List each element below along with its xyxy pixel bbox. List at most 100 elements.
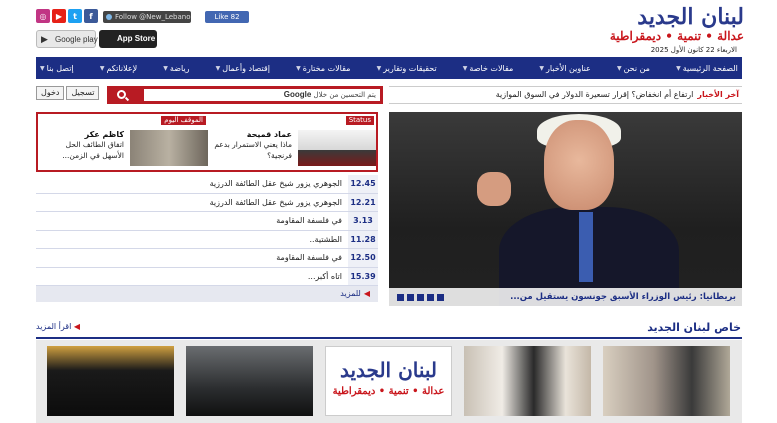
gallery-logo[interactable]: لبنان الجديد عدالة • تنمية • ديمقراطية bbox=[325, 346, 452, 416]
nav-item-label: إقتصاد وأعمال bbox=[222, 63, 270, 73]
google-play-icon: ▶ bbox=[41, 34, 48, 44]
featured-desc[interactable]: اتفاق الطائف الحل الأسهل في الزمن... bbox=[44, 139, 124, 161]
nav-item-label: الصفحة الرئيسية bbox=[682, 63, 738, 73]
news-row[interactable]: 12.21 الجوهري يزور شيخ عقل الطائفة الدرزي… bbox=[36, 193, 378, 212]
slider-dot[interactable] bbox=[427, 294, 434, 301]
chevron-down-icon: ▼ bbox=[376, 64, 382, 72]
arrow-icon: ◀ bbox=[363, 289, 370, 298]
featured-author[interactable]: عماد قميحة bbox=[212, 130, 292, 139]
app-store-button[interactable]: App Store bbox=[99, 30, 157, 48]
gallery-thumbnail[interactable] bbox=[603, 346, 730, 416]
site-logo[interactable]: لبنان الجديد عدالة • تنمية • ديمقراطية bbox=[610, 5, 744, 43]
ticker-label: آخر الأخبار bbox=[697, 90, 739, 99]
twitter-icon[interactable]: t bbox=[68, 9, 82, 23]
slider-dot[interactable] bbox=[397, 294, 404, 301]
arrow-icon: ◀ bbox=[73, 322, 81, 331]
featured-thumbnail[interactable] bbox=[130, 130, 208, 166]
nav-item[interactable]: عناوين الأخبار ▼ bbox=[539, 64, 590, 73]
read-more-link[interactable]: ◀ اقرأ المزيد bbox=[36, 322, 80, 331]
news-row[interactable]: 12.45 الجوهري يزور شيخ عقل الطائفة الدرزي… bbox=[36, 175, 378, 194]
news-time: 3.13 bbox=[348, 212, 378, 230]
nav-item[interactable]: الصفحة الرئيسية ▼ bbox=[676, 64, 738, 73]
read-more-label: اقرأ المزيد bbox=[36, 322, 72, 331]
featured-item[interactable]: الموقف اليوم كاظم عكر اتفاق الطائف الحل … bbox=[42, 116, 208, 168]
featured-tag: الموقف اليوم bbox=[161, 116, 206, 125]
instagram-icon[interactable]: ◎ bbox=[36, 9, 50, 23]
image-fist bbox=[477, 172, 511, 206]
main-nav: الصفحة الرئيسية ▼ من نحن ▼ عناوين الأخبار ▼ مق… bbox=[36, 57, 742, 79]
news-headline[interactable]: الجوهري يزور شيخ عقل الطائفة الدرزية bbox=[36, 179, 348, 188]
nav-item[interactable]: تحقيقات وتقارير ▼ bbox=[377, 64, 437, 73]
news-row[interactable]: 3.13 في فلسفة المقاومة bbox=[36, 212, 378, 231]
nav-item[interactable]: مقالات مختارة ▼ bbox=[296, 64, 350, 73]
register-button[interactable]: تسجيل bbox=[66, 86, 100, 100]
news-ticker[interactable]: آخر الأخبارارتفاع أم انخفاض؟ إقرار تسعير… bbox=[389, 86, 742, 104]
news-time: 11.28 bbox=[348, 230, 378, 248]
gallery-thumbnail[interactable] bbox=[464, 346, 591, 416]
google-label: Google bbox=[283, 90, 312, 99]
gallery-logo-title: لبنان الجديد bbox=[339, 358, 438, 382]
nav-item[interactable]: رياضة ▼ bbox=[163, 64, 189, 73]
news-time: 12.45 bbox=[348, 175, 378, 193]
news-headline[interactable]: في فلسفة المقاومة bbox=[36, 253, 348, 262]
news-row[interactable]: 11.28 الطشتية.. bbox=[36, 230, 378, 249]
news-time: 12.21 bbox=[348, 193, 378, 211]
search-input[interactable]: يتم التحسين من خلال Google bbox=[144, 89, 380, 101]
chevron-down-icon: ▼ bbox=[676, 64, 681, 72]
news-row[interactable]: 15.39 اتاه أكبر... bbox=[36, 267, 378, 286]
nav-item[interactable]: إقتصاد وأعمال ▼ bbox=[216, 64, 270, 73]
nav-item-label: من نحن bbox=[623, 63, 650, 73]
news-row[interactable]: 12.50 في فلسفة المقاومة bbox=[36, 249, 378, 268]
google-play-button[interactable]: ▶ Google play bbox=[36, 30, 98, 48]
search-icon[interactable] bbox=[117, 90, 126, 99]
news-headline[interactable]: الطشتية.. bbox=[36, 235, 348, 244]
chevron-down-icon: ▼ bbox=[296, 64, 301, 72]
nav-item-label: مقالات مختارة bbox=[302, 63, 351, 73]
chevron-down-icon: ▼ bbox=[99, 64, 105, 72]
nav-item[interactable]: لإعلاناتكم ▼ bbox=[100, 64, 137, 73]
nav-item[interactable]: من نحن ▼ bbox=[617, 64, 650, 73]
section-divider bbox=[36, 337, 742, 339]
featured-thumbnail[interactable] bbox=[298, 130, 376, 166]
featured-box: Status عماد قميحة ماذا يعني الاستمرار بد… bbox=[36, 112, 378, 172]
section-title: خاص لبنان الجديد bbox=[647, 321, 741, 334]
main-story-image[interactable]: بريطانيا: رئيس الوزراء الأسبق جونسون يست… bbox=[389, 112, 742, 306]
featured-desc[interactable]: ماذا يعني الاستمرار بدعم فرنجية؟ bbox=[212, 139, 292, 161]
apple-icon bbox=[103, 33, 113, 43]
chevron-down-icon: ▼ bbox=[539, 64, 545, 72]
news-more-link[interactable]: ◀للمزيد bbox=[36, 286, 378, 302]
featured-author[interactable]: كاظم عكر bbox=[44, 130, 124, 139]
current-date: الاربعاء 22 كانون الأول 2025 bbox=[650, 46, 737, 54]
nav-item-label: لإعلاناتكم bbox=[106, 63, 138, 73]
facebook-icon[interactable]: f bbox=[84, 9, 98, 23]
nav-item-label: مقالات خاصة bbox=[469, 63, 514, 73]
logo-tagline: عدالة • تنمية • ديمقراطية bbox=[609, 29, 744, 43]
chevron-down-icon: ▼ bbox=[462, 64, 468, 72]
nav-item[interactable]: مقالات خاصة ▼ bbox=[463, 64, 514, 73]
chevron-down-icon: ▼ bbox=[40, 64, 45, 72]
login-button[interactable]: دخول bbox=[36, 86, 65, 100]
app-store-label: App Store bbox=[117, 34, 156, 43]
nav-item[interactable]: إتصل بنا ▼ bbox=[40, 64, 74, 73]
news-headline[interactable]: في فلسفة المقاومة bbox=[36, 216, 348, 225]
chevron-down-icon: ▼ bbox=[215, 64, 221, 72]
youtube-icon[interactable]: ▶ bbox=[52, 9, 66, 23]
logo-title: لبنان الجديد bbox=[637, 4, 744, 30]
news-headline[interactable]: الجوهري يزور شيخ عقل الطائفة الدرزية bbox=[36, 198, 348, 207]
exclusive-gallery: لبنان الجديد عدالة • تنمية • ديمقراطية bbox=[36, 340, 742, 423]
auth-buttons: دخول تسجيل bbox=[36, 86, 100, 100]
nav-item-label: رياضة bbox=[169, 63, 190, 73]
slider-dot[interactable] bbox=[407, 294, 414, 301]
nav-item-label: عناوين الأخبار bbox=[546, 63, 591, 73]
featured-item[interactable]: Status عماد قميحة ماذا يعني الاستمرار بد… bbox=[212, 116, 376, 168]
twitter-follow-button[interactable]: Follow @New_Lebanon bbox=[103, 11, 191, 23]
news-headline[interactable]: اتاه أكبر... bbox=[36, 272, 348, 281]
facebook-like-button[interactable]: Like 82 bbox=[205, 11, 249, 23]
gallery-thumbnail[interactable] bbox=[186, 346, 313, 416]
gallery-thumbnail[interactable] bbox=[47, 346, 174, 416]
slider-dot[interactable] bbox=[437, 294, 444, 301]
slider-dot[interactable] bbox=[417, 294, 424, 301]
search-placeholder: يتم التحسين من خلال bbox=[313, 91, 376, 99]
ticker-headline[interactable]: ارتفاع أم انخفاض؟ إقرار تسعيرة الدولار ف… bbox=[496, 90, 694, 99]
image-face bbox=[544, 120, 614, 210]
